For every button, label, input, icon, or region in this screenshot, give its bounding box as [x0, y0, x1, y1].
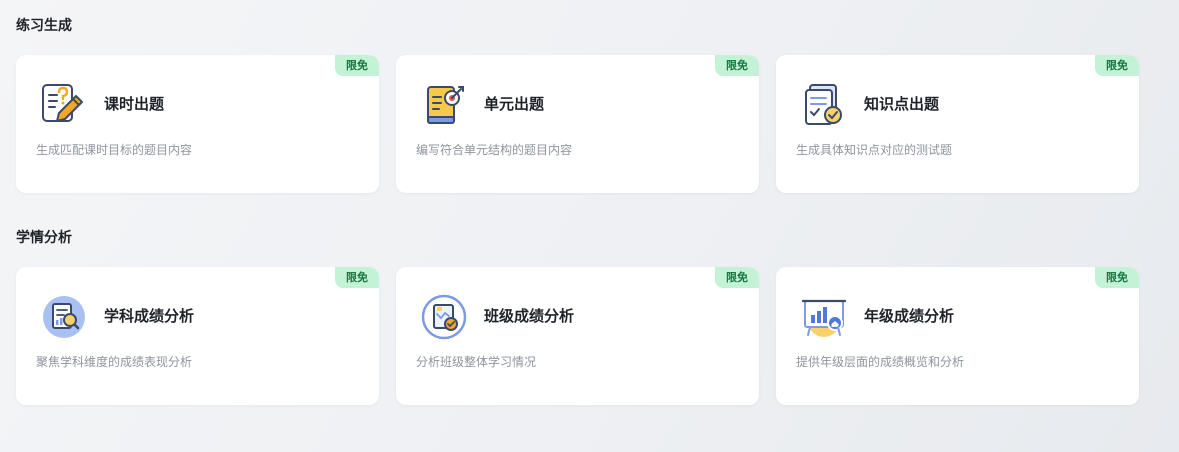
- card-description: 分析班级整体学习情况: [416, 355, 537, 369]
- section-title-analysis: 学情分析: [16, 230, 72, 246]
- free-badge: 限免: [715, 55, 759, 76]
- book-target-icon: [420, 81, 468, 129]
- free-badge: 限免: [1095, 55, 1139, 76]
- card-unit-questions[interactable]: 限免 单元出题 编写符合单元结构的题目内容: [396, 55, 759, 193]
- card-subject-score-analysis[interactable]: 限免 学科成绩分析 聚焦学科维度的成绩表现分析: [16, 267, 379, 405]
- card-title: 学科成绩分析: [104, 307, 195, 325]
- free-badge: 限免: [335, 267, 379, 288]
- card-description: 生成匹配课时目标的题目内容: [36, 143, 193, 157]
- chart-check-circle-icon: [420, 293, 468, 341]
- bar-chart-home-icon: [800, 293, 848, 341]
- free-badge: 限免: [1095, 267, 1139, 288]
- card-grid-analysis: 限免 学科成绩分析 聚焦学科维度的成绩表现分析 限免 班级成绩分析 分析班级整体…: [16, 267, 1139, 405]
- card-title: 年级成绩分析: [864, 307, 955, 325]
- report-magnifier-icon: [40, 293, 88, 341]
- card-title: 单元出题: [484, 95, 545, 113]
- card-title: 班级成绩分析: [484, 307, 575, 325]
- card-description: 提供年级层面的成绩概览和分析: [796, 355, 965, 369]
- card-grade-score-analysis[interactable]: 限免 年级成绩分析 提供年级层面的成绩概览和分析: [776, 267, 1139, 405]
- card-knowledge-point-questions[interactable]: 限免 知识点出题 生成具体知识点对应的测试题: [776, 55, 1139, 193]
- card-description: 生成具体知识点对应的测试题: [796, 143, 953, 157]
- card-class-score-analysis[interactable]: 限免 班级成绩分析 分析班级整体学习情况: [396, 267, 759, 405]
- question-pencil-icon: [40, 81, 88, 129]
- card-title: 知识点出题: [864, 95, 940, 113]
- free-badge: 限免: [335, 55, 379, 76]
- free-badge: 限免: [715, 267, 759, 288]
- document-check-icon: [800, 81, 848, 129]
- card-lesson-questions[interactable]: 限免 课时出题 生成匹配课时目标的题目内容: [16, 55, 379, 193]
- card-grid-practice: 限免 课时出题 生成匹配课时目标的题目内容 限免 单元出题 编写符合单元结构的题…: [16, 55, 1139, 193]
- card-description: 编写符合单元结构的题目内容: [416, 143, 573, 157]
- card-title: 课时出题: [104, 95, 165, 113]
- card-description: 聚焦学科维度的成绩表现分析: [36, 355, 193, 369]
- section-title-practice: 练习生成: [16, 18, 72, 34]
